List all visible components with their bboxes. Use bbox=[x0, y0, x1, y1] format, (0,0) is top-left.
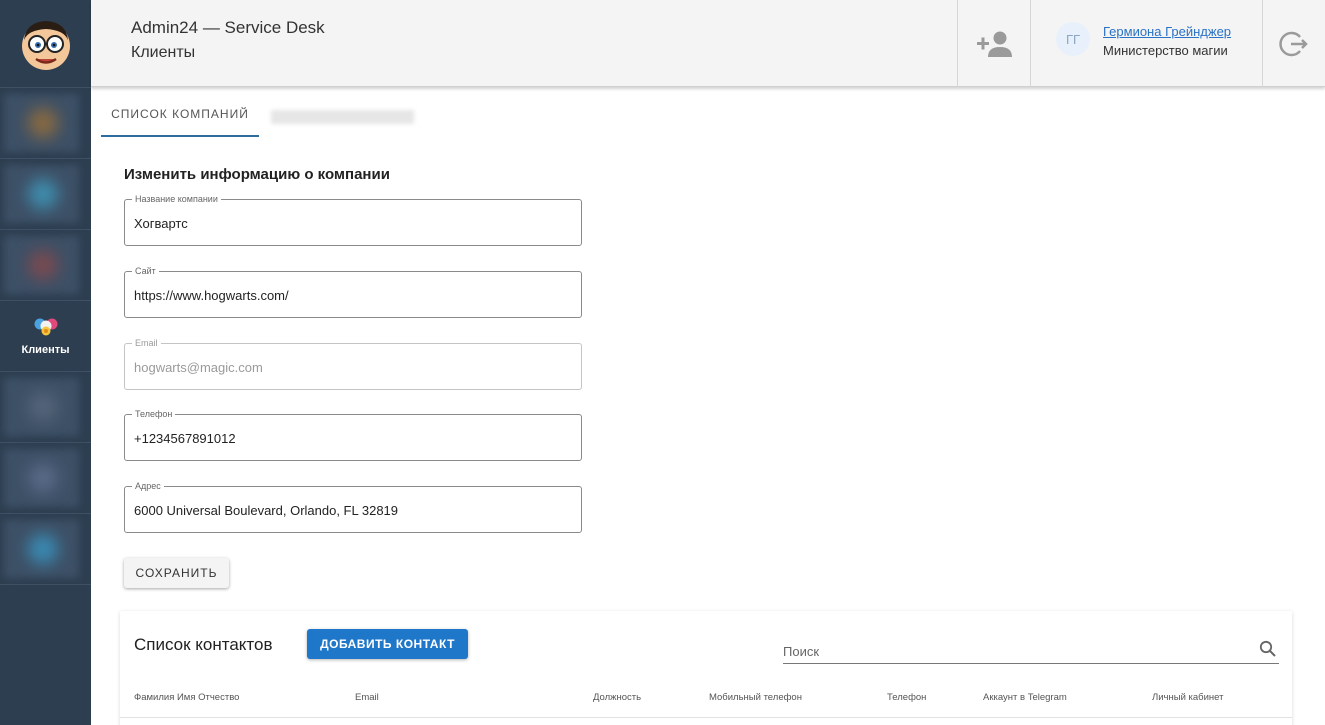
app-title: Admin24 — Service Desk bbox=[131, 18, 325, 37]
user-profile: ГГ Гермиона Грейнджер Министерство магии bbox=[1030, 0, 1262, 87]
website-field[interactable]: Сайт bbox=[124, 266, 582, 318]
user-name-link[interactable]: Гермиона Грейнджер bbox=[1103, 24, 1231, 39]
table-header-divider bbox=[120, 717, 1292, 718]
field-label: Сайт bbox=[132, 266, 159, 277]
field-label: Email bbox=[132, 338, 161, 349]
search-icon[interactable] bbox=[1259, 640, 1277, 658]
search-field[interactable] bbox=[783, 637, 1279, 664]
sidebar: Клиенты bbox=[0, 0, 91, 725]
clients-icon bbox=[34, 318, 57, 336]
blurred-icon bbox=[28, 392, 58, 422]
blurred-icon bbox=[28, 534, 58, 564]
logout-button[interactable] bbox=[1262, 0, 1325, 87]
company-name-input[interactable] bbox=[134, 214, 564, 232]
blurred-icon bbox=[28, 463, 58, 493]
column-header-personal-account[interactable]: Личный кабинет bbox=[1152, 692, 1223, 703]
blurred-icon bbox=[28, 108, 58, 138]
company-name-field[interactable]: Название компании bbox=[124, 194, 582, 246]
save-button[interactable]: СОХРАНИТЬ bbox=[124, 558, 229, 588]
sidebar-item-label: Клиенты bbox=[21, 344, 70, 356]
column-header-position[interactable]: Должность bbox=[593, 692, 641, 703]
website-input[interactable] bbox=[134, 286, 564, 304]
sidebar-item-blurred-1[interactable] bbox=[0, 88, 91, 159]
add-user-icon bbox=[976, 31, 1012, 57]
column-header-telegram[interactable]: Аккаунт в Telegram bbox=[983, 692, 1067, 703]
avatar[interactable]: ГГ bbox=[1056, 22, 1090, 56]
sidebar-item-clients[interactable]: Клиенты bbox=[0, 301, 91, 372]
email-input bbox=[134, 358, 564, 376]
top-header: Admin24 — Service Desk Клиенты ГГ Гермио… bbox=[91, 0, 1325, 87]
column-header-email[interactable]: Email bbox=[355, 692, 379, 703]
column-header-phone[interactable]: Телефон bbox=[887, 692, 926, 703]
blurred-icon bbox=[28, 250, 58, 280]
add-contact-button[interactable]: ДОБАВИТЬ КОНТАКТ bbox=[307, 629, 468, 659]
field-label: Название компании bbox=[132, 194, 221, 205]
blurred-icon bbox=[28, 179, 58, 209]
tab-company-list[interactable]: СПИСОК КОМПАНИЙ bbox=[101, 96, 259, 137]
phone-field[interactable]: Телефон bbox=[124, 409, 582, 461]
search-input[interactable] bbox=[783, 643, 1243, 659]
sidebar-item-blurred-3[interactable] bbox=[0, 230, 91, 301]
address-field[interactable]: Адрес bbox=[124, 481, 582, 533]
column-header-full-name[interactable]: Фамилия Имя Отчество bbox=[134, 692, 239, 703]
column-header-mobile-phone[interactable]: Мобильный телефон bbox=[709, 692, 802, 703]
field-label: Адрес bbox=[132, 481, 164, 492]
cartoon-face-avatar-icon bbox=[21, 20, 70, 70]
sidebar-item-blurred-6[interactable] bbox=[0, 514, 91, 585]
logout-icon bbox=[1278, 31, 1308, 56]
field-label: Телефон bbox=[132, 409, 176, 420]
contacts-title: Список контактов bbox=[134, 635, 273, 654]
add-user-button[interactable] bbox=[957, 0, 1030, 87]
page-title: Клиенты bbox=[131, 44, 196, 61]
address-input[interactable] bbox=[134, 501, 564, 519]
tab-blurred[interactable] bbox=[271, 110, 414, 124]
contacts-card: Список контактов ДОБАВИТЬ КОНТАКТ Фамили… bbox=[120, 611, 1292, 725]
email-field: Email bbox=[124, 338, 582, 390]
form-title: Изменить информацию о компании bbox=[124, 166, 390, 183]
sidebar-item-blurred-5[interactable] bbox=[0, 443, 91, 514]
user-organization: Министерство магии bbox=[1103, 43, 1228, 58]
sidebar-item-blurred-2[interactable] bbox=[0, 159, 91, 230]
sidebar-item-blurred-4[interactable] bbox=[0, 372, 91, 443]
logo[interactable] bbox=[0, 0, 91, 88]
phone-input[interactable] bbox=[134, 429, 564, 447]
